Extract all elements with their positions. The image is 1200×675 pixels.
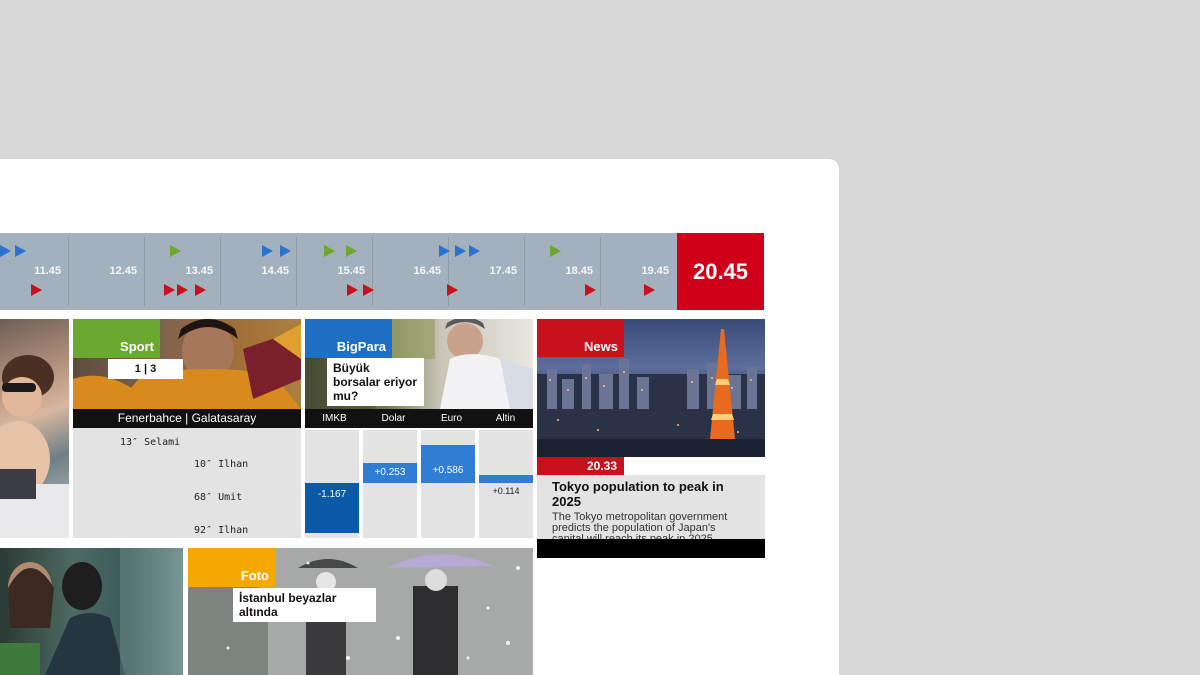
red-play-marker-icon[interactable]	[585, 284, 596, 296]
blue-play-marker-icon[interactable]	[0, 245, 11, 257]
current-time-badge[interactable]: 20.45	[677, 233, 764, 310]
woman-photo-image	[0, 355, 69, 538]
timeline-time-slot[interactable]: 17.45	[457, 265, 517, 277]
red-play-marker-icon[interactable]	[195, 284, 206, 296]
red-play-marker-icon[interactable]	[347, 284, 358, 296]
market-change-value: +0.253	[374, 467, 406, 478]
blue-play-marker-icon[interactable]	[469, 245, 480, 257]
timeline-divider	[144, 237, 145, 306]
red-play-marker-icon[interactable]	[177, 284, 188, 296]
timeline-divider	[296, 237, 297, 306]
video-still-image	[0, 548, 183, 675]
market-name: IMKB	[322, 413, 347, 424]
red-play-marker-icon[interactable]	[644, 284, 655, 296]
home-goals-list: 13″ Selami	[120, 437, 180, 448]
timeline-divider	[220, 237, 221, 306]
news-headline[interactable]: Tokyo population to peak in 2025	[552, 479, 750, 509]
market-change-bar: -1.167	[305, 483, 359, 533]
news-section-label[interactable]: News	[537, 319, 624, 357]
news-article[interactable]: Tokyo population to peak in 2025 The Tok…	[537, 475, 765, 545]
market-name: Altin	[495, 413, 516, 424]
market-column-euro[interactable]: +0.586	[421, 430, 475, 538]
green-play-marker-icon[interactable]	[324, 245, 335, 257]
timeline-time-slot[interactable]: 18.45	[533, 265, 593, 277]
market-header-row: IMKB Dolar Euro Altin	[305, 409, 533, 428]
video-photo-tile[interactable]	[0, 548, 183, 675]
goal-entry: 10″ Ilhan	[194, 459, 249, 470]
bigpara-headline[interactable]: Büyük borsalar eriyor mu?	[327, 358, 424, 406]
foto-caption[interactable]: İstanbul beyazlar altında	[233, 588, 376, 622]
timeline-time-slot[interactable]: 13.45	[153, 265, 213, 277]
goal-entry: 68″ Umit	[194, 492, 243, 503]
news-timestamp: 20.33	[537, 457, 624, 475]
timeline-time-slot[interactable]: 19.45	[609, 265, 669, 277]
bigpara-section-label[interactable]: BigPara	[305, 319, 392, 358]
green-play-marker-icon[interactable]	[550, 245, 561, 257]
market-change-bar	[479, 475, 533, 483]
red-play-marker-icon[interactable]	[363, 284, 374, 296]
news-footer-bar	[537, 539, 765, 558]
red-play-marker-icon[interactable]	[164, 284, 175, 296]
timeline-time-slot[interactable]: 16.45	[381, 265, 441, 277]
market-change-value: +0.114	[492, 486, 520, 496]
lifestyle-photo-tile[interactable]	[0, 319, 69, 538]
green-play-marker-icon[interactable]	[170, 245, 181, 257]
market-name: Euro	[440, 413, 463, 424]
timeline-time-slot[interactable]: 14.45	[229, 265, 289, 277]
market-name: Dolar	[381, 413, 406, 424]
market-change-value: -1.167	[317, 489, 347, 500]
sport-section-label[interactable]: Sport	[73, 319, 160, 358]
timeline-time-slot[interactable]: 11.45	[1, 265, 61, 277]
foto-section-label[interactable]: Foto	[188, 548, 275, 587]
away-goals-list: 10″ Ilhan 68″ Umit 92″ Ilhan	[194, 437, 248, 558]
sport-teams[interactable]: Fenerbahce | Galatasaray	[73, 409, 301, 428]
blue-play-marker-icon[interactable]	[262, 245, 273, 257]
goal-entry: 13″ Selami	[120, 437, 181, 448]
market-column-altin[interactable]: +0.114	[479, 430, 533, 538]
sport-score: 1 | 3	[108, 359, 183, 379]
red-play-marker-icon[interactable]	[31, 284, 42, 296]
red-play-marker-icon[interactable]	[447, 284, 458, 296]
timeline-divider	[600, 237, 601, 306]
goal-scorers-panel: 13″ Selami 10″ Ilhan 68″ Umit 92″ Ilhan	[73, 428, 301, 538]
market-column-imkb[interactable]: -1.167	[305, 430, 359, 538]
blue-play-marker-icon[interactable]	[15, 245, 26, 257]
timeline-divider	[68, 237, 69, 306]
blue-play-marker-icon[interactable]	[439, 245, 450, 257]
timeline-time-slot[interactable]: 12.45	[77, 265, 137, 277]
timeline-divider	[524, 237, 525, 306]
goal-entry: 92″ Ilhan	[194, 525, 249, 536]
market-change-bar: +0.586	[421, 445, 475, 483]
blue-play-marker-icon[interactable]	[455, 245, 466, 257]
market-change-bar: +0.253	[363, 463, 417, 483]
market-change-value: +0.586	[432, 465, 464, 476]
market-column-dolar[interactable]: +0.253	[363, 430, 417, 538]
timeline-time-slot[interactable]: 15.45	[305, 265, 365, 277]
blue-play-marker-icon[interactable]	[280, 245, 291, 257]
green-play-marker-icon[interactable]	[346, 245, 357, 257]
